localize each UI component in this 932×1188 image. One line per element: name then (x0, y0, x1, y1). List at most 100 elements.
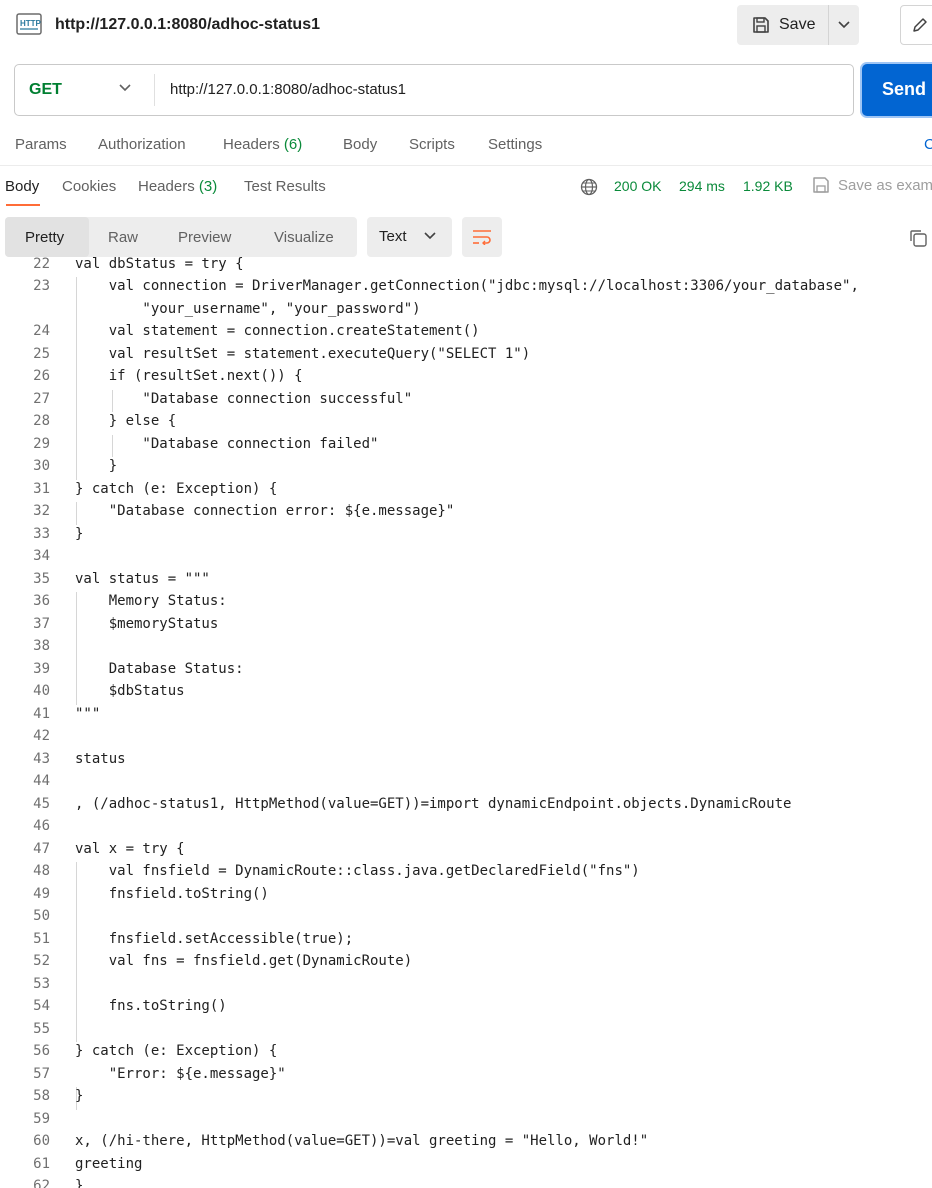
tab-test-results[interactable]: Test Results (244, 178, 326, 195)
tab-body[interactable]: Body (343, 136, 377, 153)
line-number: 59 (33, 1110, 50, 1127)
pencil-icon (913, 18, 927, 32)
method-select[interactable]: GET (15, 65, 154, 115)
line-number: 41 (33, 705, 50, 722)
tab-authorization[interactable]: Authorization (98, 136, 186, 153)
code-line: val resultSet = statement.executeQuery("… (75, 345, 531, 362)
save-as-example-button[interactable]: Save as exam (812, 176, 932, 194)
view-visualize[interactable]: Visualize (274, 229, 334, 246)
tab-headers[interactable]: Headers (6) (223, 136, 302, 153)
line-number: 49 (33, 885, 50, 902)
response-size[interactable]: 1.92 KB (743, 178, 793, 194)
line-number: 26 (33, 368, 50, 384)
tab-count: (3) (198, 178, 218, 195)
code-line: fnsfield.toString() (75, 885, 269, 902)
code-line: status (75, 750, 126, 767)
format-select[interactable]: Text (367, 217, 452, 257)
code-line: """ (75, 705, 101, 722)
line-number: 39 (33, 660, 50, 677)
save-button[interactable]: Save (737, 5, 829, 45)
tab-label: C (924, 136, 932, 153)
line-number: 48 (33, 863, 50, 879)
line-number: 33 (33, 525, 50, 542)
code-line: $dbStatus (75, 683, 185, 699)
line-number: 58 (33, 1088, 50, 1104)
tab-scripts[interactable]: Scripts (409, 136, 455, 153)
view-preview[interactable]: Preview (178, 229, 231, 246)
save-options-button[interactable] (829, 5, 859, 45)
http-request-icon: HTTP (16, 13, 42, 35)
code-line: fnsfield.setAccessible(true); (75, 930, 354, 947)
line-number: 52 (33, 953, 50, 969)
line-number: 31 (33, 480, 50, 497)
tab-response-cookies[interactable]: Cookies (62, 178, 116, 195)
line-number: 42 (33, 728, 50, 744)
request-tabs: Params Authorization Headers (6) Body Sc… (0, 126, 932, 164)
chevron-down-icon (838, 21, 850, 29)
code-line: } catch (e: Exception) { (75, 1043, 278, 1059)
code-line: "Error: ${e.message}" (75, 1065, 286, 1082)
tab-response-headers[interactable]: Headers (3) (138, 178, 217, 195)
status-code[interactable]: 200 OK (614, 178, 661, 194)
view-pretty[interactable]: Pretty (25, 229, 64, 246)
line-number: 28 (33, 413, 50, 429)
tab-label: Scripts (409, 136, 455, 153)
format-label: Text (379, 228, 407, 245)
globe-icon[interactable] (580, 178, 598, 196)
line-number: 40 (33, 683, 50, 699)
code-line: x, (/hi-there, HttpMethod(value=GET))=va… (75, 1133, 649, 1149)
word-wrap-button[interactable] (462, 217, 502, 257)
response-body-code[interactable]: 22 val dbStatus = try {23 val connection … (0, 254, 932, 1188)
line-number: 55 (33, 1020, 50, 1037)
save-example-label: Save as exam (838, 176, 932, 194)
code-line: val statement = connection.createStateme… (75, 323, 480, 339)
line-number: 50 (33, 908, 50, 924)
code-line: } (75, 525, 84, 542)
line-number: 54 (33, 998, 50, 1014)
tab-response-body[interactable]: Body (5, 178, 39, 195)
line-number: 43 (33, 750, 50, 767)
url-input[interactable]: http://127.0.0.1:8080/adhoc-status1 (170, 81, 406, 98)
code-line: val fnsfield = DynamicRoute::class.java.… (75, 863, 640, 879)
line-number: 32 (33, 503, 50, 519)
tab-count: (6) (283, 136, 303, 153)
url-separator (154, 74, 155, 106)
tab-label: Body (343, 136, 378, 153)
active-tab-indicator (6, 204, 40, 206)
line-number: 25 (33, 345, 50, 362)
copy-icon[interactable] (908, 228, 928, 248)
code-line: greeting (75, 1155, 143, 1172)
tab-cookies-link[interactable]: C (924, 136, 932, 153)
line-number: 60 (33, 1133, 50, 1149)
line-number: 57 (33, 1065, 50, 1082)
code-line: val status = """ (75, 570, 210, 587)
line-number: 61 (33, 1155, 50, 1172)
line-number: 44 (33, 773, 50, 789)
line-number: 37 (33, 615, 50, 632)
line-number: 56 (33, 1043, 50, 1059)
line-number: 45 (33, 795, 50, 812)
tab-settings[interactable]: Settings (488, 136, 542, 153)
line-number: 36 (33, 593, 50, 609)
line-number: 47 (33, 840, 50, 857)
response-time[interactable]: 294 ms (679, 178, 725, 194)
code-line: if (resultSet.next()) { (75, 368, 303, 384)
url-bar: GET http://127.0.0.1:8080/adhoc-status1 (14, 64, 854, 116)
title-bar: HTTP http://127.0.0.1:8080/adhoc-status1… (0, 0, 932, 52)
code-line: val x = try { (75, 840, 185, 857)
tab-label: Settings (488, 136, 543, 153)
line-number: 30 (33, 458, 50, 474)
save-icon (813, 177, 829, 193)
line-number: 29 (33, 435, 50, 452)
code-line: "Database connection successful" (75, 390, 413, 407)
request-title[interactable]: http://127.0.0.1:8080/adhoc-status1 (55, 16, 320, 34)
tab-params[interactable]: Params (15, 136, 67, 153)
code-line: "your_username", "your_password") (75, 300, 421, 317)
line-number: 27 (33, 390, 50, 407)
send-button[interactable]: Send (862, 64, 932, 116)
view-raw[interactable]: Raw (108, 229, 138, 246)
code-line: $memoryStatus (75, 615, 219, 632)
save-label: Save (779, 16, 816, 33)
edit-button[interactable] (900, 5, 932, 45)
line-number: 53 (33, 975, 50, 992)
